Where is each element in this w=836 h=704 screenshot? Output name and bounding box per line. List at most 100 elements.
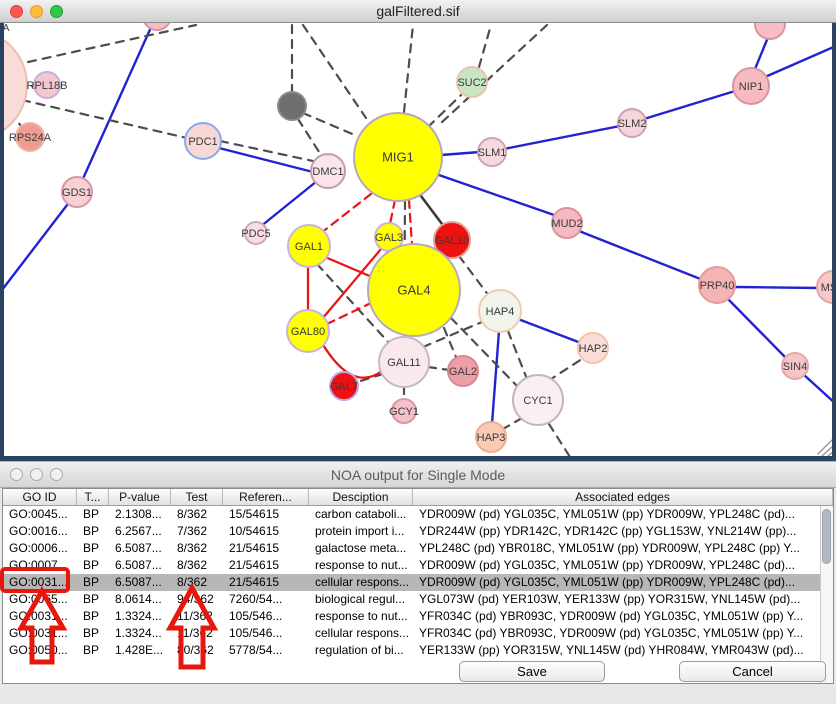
cancel-button[interactable]: Cancel bbox=[679, 661, 826, 682]
network-edge bbox=[390, 200, 395, 224]
save-button[interactable]: Save bbox=[459, 661, 605, 682]
table-row[interactable]: GO:0045...BP2.1308...8/36215/54615carbon… bbox=[3, 506, 833, 523]
network-edge bbox=[765, 46, 832, 77]
node-label: GAL80 bbox=[291, 326, 325, 338]
table-cell: GO:0006... bbox=[3, 540, 77, 557]
node-label: RPS24A bbox=[9, 132, 52, 144]
table-cell: 6.5087... bbox=[109, 540, 171, 557]
window-title: NOA output for Single Mode bbox=[0, 467, 836, 483]
table-row[interactable]: GO:0006...BP6.5087...8/36221/54615galact… bbox=[3, 540, 833, 557]
node-label: SLM1 bbox=[478, 147, 507, 159]
table-cell: BP bbox=[77, 642, 109, 659]
column-header[interactable]: Referen... bbox=[223, 489, 309, 505]
network-edge bbox=[444, 328, 456, 357]
column-header[interactable]: T... bbox=[77, 489, 109, 505]
table-cell: 1.3324... bbox=[109, 608, 171, 625]
network-canvas[interactable]: RPL18BRPS24AGDS1PDC1DMC1MIG1SUC2SLM1SLM2… bbox=[4, 23, 832, 456]
node-label: GAL1 bbox=[295, 241, 323, 253]
network-edge bbox=[303, 113, 357, 136]
table-row[interactable]: GO:0031...BP6.5087...8/36221/54615cellul… bbox=[3, 574, 833, 591]
network-edge bbox=[492, 331, 499, 424]
network-edge bbox=[735, 287, 820, 288]
node-label: SUC2 bbox=[457, 77, 486, 89]
noa-output-window: NOA output for Single Mode GO IDT...P-va… bbox=[0, 461, 836, 704]
network-edge bbox=[436, 174, 554, 215]
table-row[interactable]: GO:0031...BP1.3324...11/362105/546...cel… bbox=[3, 625, 833, 642]
table-cell: 8/362 bbox=[171, 506, 223, 523]
network-edge bbox=[579, 231, 703, 280]
network-edge bbox=[549, 424, 570, 456]
network-edge bbox=[503, 418, 522, 429]
table-cell: YGL073W (pd) YER103W, YER133W (pp) YOR31… bbox=[413, 591, 833, 608]
node-label: GAL4 bbox=[397, 283, 430, 298]
table-cell: YER133W (pp) YOR315W, YNL145W (pd) YHR08… bbox=[413, 642, 833, 659]
network-edge bbox=[421, 196, 442, 224]
column-header[interactable]: Desciption bbox=[309, 489, 413, 505]
table-cell: 94/362 bbox=[171, 591, 223, 608]
node-label: GDS1 bbox=[62, 187, 92, 199]
column-header[interactable]: GO ID bbox=[3, 489, 77, 505]
network-edge bbox=[504, 126, 620, 149]
table-cell: GO:0045... bbox=[3, 506, 77, 523]
node-label: HAP2 bbox=[579, 343, 608, 355]
network-window-titlebar[interactable]: galFiltered.sif bbox=[0, 0, 836, 23]
table-row[interactable]: GO:0031...BP1.3324...11/362105/546...res… bbox=[3, 608, 833, 625]
table-cell: GO:0065... bbox=[3, 591, 77, 608]
network-node[interactable] bbox=[755, 23, 785, 39]
table-cell: BP bbox=[77, 506, 109, 523]
network-node[interactable] bbox=[278, 92, 306, 120]
clipped-node-label: ITA bbox=[4, 23, 10, 34]
table-cell: 10/54615 bbox=[223, 523, 309, 540]
window-title: galFiltered.sif bbox=[0, 3, 836, 19]
node-label: SIN4 bbox=[783, 361, 807, 373]
node-label: RPL18B bbox=[27, 80, 68, 92]
node-label: GCY1 bbox=[389, 406, 419, 418]
network-edge bbox=[409, 200, 412, 245]
table-cell: 21/54615 bbox=[223, 574, 309, 591]
table-cell: cellular respons... bbox=[309, 625, 413, 642]
noa-window-titlebar[interactable]: NOA output for Single Mode bbox=[0, 462, 836, 488]
table-cell: BP bbox=[77, 608, 109, 625]
table-cell: 5778/54... bbox=[223, 642, 309, 659]
network-edge bbox=[4, 192, 77, 290]
network-edge bbox=[644, 91, 735, 119]
vertical-scrollbar[interactable] bbox=[820, 506, 833, 683]
table-row[interactable]: GO:0007...BP6.5087...8/36221/54615respon… bbox=[3, 557, 833, 574]
network-edge bbox=[818, 440, 832, 454]
table-cell: cellular respons... bbox=[309, 574, 413, 591]
network-edge bbox=[441, 152, 480, 155]
table-row[interactable]: GO:0050...BP1.428E...80/3625778/54...reg… bbox=[3, 642, 833, 659]
table-cell: 6.5087... bbox=[109, 557, 171, 574]
table-cell: 8/362 bbox=[171, 540, 223, 557]
table-cell: GO:0031... bbox=[3, 574, 77, 591]
table-cell: BP bbox=[77, 574, 109, 591]
table-cell: 1.428E... bbox=[109, 642, 171, 659]
network-edge bbox=[428, 367, 449, 370]
network-edge bbox=[260, 181, 317, 227]
node-label: DMC1 bbox=[312, 166, 343, 178]
table-cell: biological regul... bbox=[309, 591, 413, 608]
column-header[interactable]: Test bbox=[171, 489, 223, 505]
scrollbar-thumb[interactable] bbox=[822, 509, 831, 564]
table-row[interactable]: GO:0065...BP8.0614...94/3627260/54...bio… bbox=[3, 591, 833, 608]
node-label: PRP40 bbox=[700, 280, 735, 292]
network-edge bbox=[803, 374, 832, 404]
node-label: PDC1 bbox=[188, 136, 217, 148]
column-header[interactable]: Associated edges bbox=[413, 489, 833, 505]
table-cell: GO:0016... bbox=[3, 523, 77, 540]
network-node[interactable] bbox=[143, 23, 171, 30]
column-header[interactable]: P-value bbox=[109, 489, 171, 505]
network-edge bbox=[322, 343, 382, 378]
node-label: PDC5 bbox=[241, 228, 270, 240]
network-edge bbox=[28, 25, 196, 62]
network-window: galFiltered.sif RPL18B RPS24A GDS1 PDC1 DMC1… bbox=[0, 0, 836, 461]
network-edge bbox=[548, 357, 585, 381]
table-row[interactable]: GO:0016...BP6.2567...7/36210/54615protei… bbox=[3, 523, 833, 540]
network-edge bbox=[404, 25, 413, 112]
node-label: GAL7 bbox=[330, 381, 358, 393]
table-cell: protein import i... bbox=[309, 523, 413, 540]
table-cell: 80/362 bbox=[171, 642, 223, 659]
node-label: SLM2 bbox=[618, 118, 647, 130]
results-table: GO IDT...P-valueTestReferen...Desciption… bbox=[2, 488, 834, 684]
table-cell: 8/362 bbox=[171, 574, 223, 591]
